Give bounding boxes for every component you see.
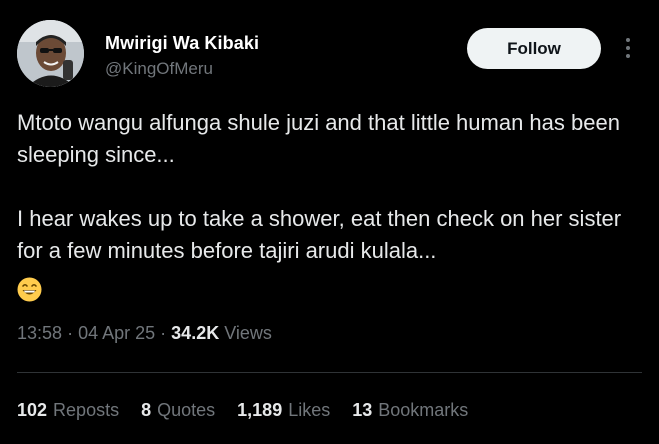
more-vertical-icon[interactable] bbox=[619, 36, 637, 60]
tweet-meta: 13:58 · 04 Apr 25 · 34.2K Views bbox=[17, 323, 272, 344]
tweet-paragraph-1: Mtoto wangu alfunga shule juzi and that … bbox=[17, 110, 620, 167]
stat-bookmarks[interactable]: 13 Bookmarks bbox=[352, 400, 468, 421]
person-avatar-icon bbox=[17, 20, 84, 87]
stat-reposts[interactable]: 102 Reposts bbox=[17, 400, 119, 421]
tweet-paragraph-2: I hear wakes up to take a shower, eat th… bbox=[17, 206, 622, 263]
stat-label: Bookmarks bbox=[378, 400, 469, 420]
author-name[interactable]: Mwirigi Wa Kibaki bbox=[105, 33, 259, 54]
stat-quotes[interactable]: 8 Quotes bbox=[141, 400, 215, 421]
meta-separator: · bbox=[67, 323, 74, 343]
follow-button[interactable]: Follow bbox=[467, 28, 601, 69]
stat-label: Likes bbox=[288, 400, 331, 420]
avatar[interactable] bbox=[17, 20, 84, 87]
author-handle[interactable]: @KingOfMeru bbox=[105, 59, 213, 79]
stat-count: 1,189 bbox=[237, 400, 283, 420]
views-label: Views bbox=[224, 323, 272, 343]
meta-separator: · bbox=[160, 323, 167, 343]
stat-label: Reposts bbox=[53, 400, 120, 420]
tweet-text: Mtoto wangu alfunga shule juzi and that … bbox=[17, 107, 642, 267]
grinning-face-emoji-icon bbox=[17, 277, 42, 302]
views-count: 34.2K bbox=[171, 323, 220, 343]
divider bbox=[17, 372, 642, 373]
stat-count: 102 bbox=[17, 400, 48, 420]
stat-count: 13 bbox=[352, 400, 373, 420]
tweet-date[interactable]: 04 Apr 25 bbox=[78, 323, 155, 343]
stat-count: 8 bbox=[141, 400, 152, 420]
engagement-stats: 102 Reposts 8 Quotes 1,189 Likes 13 Book… bbox=[17, 400, 468, 421]
stat-likes[interactable]: 1,189 Likes bbox=[237, 400, 330, 421]
tweet-time[interactable]: 13:58 bbox=[17, 323, 62, 343]
stat-label: Quotes bbox=[157, 400, 216, 420]
